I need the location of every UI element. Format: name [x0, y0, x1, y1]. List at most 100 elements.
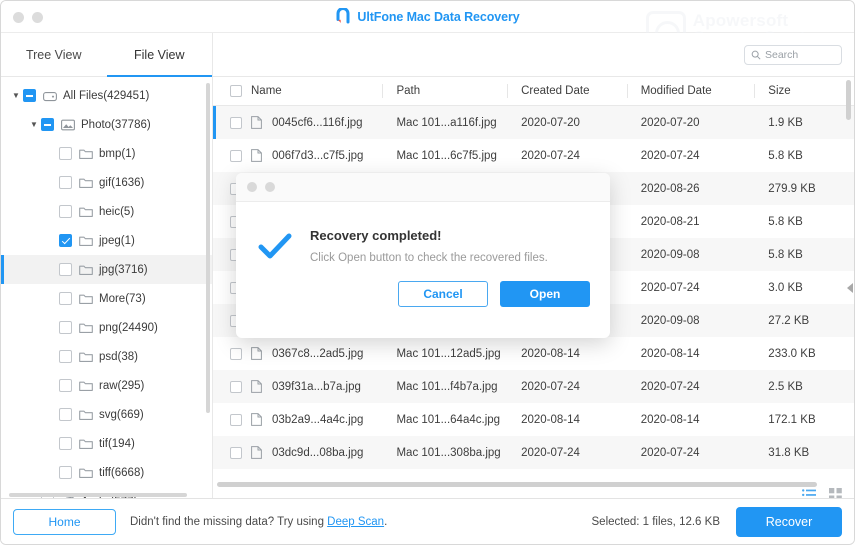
folder-icon [79, 438, 96, 450]
tree-item-label: More(73) [99, 293, 146, 305]
cell-created-date: 2020-08-14 [507, 414, 627, 426]
dialog-minimize-button[interactable] [265, 182, 275, 192]
select-all-checkbox[interactable] [230, 85, 242, 97]
column-header-path[interactable]: Path [382, 77, 507, 105]
dialog-close-button[interactable] [247, 182, 257, 192]
file-icon [251, 446, 271, 459]
column-header-modified-date-label: Modified Date [641, 85, 712, 97]
tree-item-checkbox[interactable] [59, 292, 72, 305]
cell-modified-date: 2020-09-08 [627, 249, 755, 261]
sidebar-vertical-scrollbar[interactable] [206, 83, 210, 413]
tab-tree-view[interactable]: Tree View [1, 33, 107, 76]
tree-item-checkbox[interactable] [59, 466, 72, 479]
open-button[interactable]: Open [500, 281, 590, 307]
tree-item[interactable]: ▼svg(669) [1, 400, 212, 429]
tree-item-checkbox[interactable] [59, 205, 72, 218]
row-checkbox[interactable] [230, 117, 242, 129]
tree-item[interactable]: ▼png(24490) [1, 313, 212, 342]
minimize-button[interactable] [32, 12, 43, 23]
tree-item-checkbox[interactable] [59, 350, 72, 363]
close-button[interactable] [13, 12, 24, 23]
recover-button[interactable]: Recover [736, 507, 842, 537]
folder-icon [79, 409, 96, 421]
table-row[interactable]: 03dc9d...08ba.jpgMac 101...308ba.jpg2020… [213, 436, 854, 469]
tree-item[interactable]: ▼psd(38) [1, 342, 212, 371]
title-bar: UltFone Mac Data Recovery [1, 1, 854, 33]
table-row[interactable]: 006f7d3...c7f5.jpgMac 101...6c7f5.jpg202… [213, 139, 854, 172]
tree-item[interactable]: ▼tif(194) [1, 429, 212, 458]
tree-item-checkbox[interactable] [59, 176, 72, 189]
search-input[interactable] [765, 49, 835, 61]
tree-item[interactable]: ▼gif(1636) [1, 168, 212, 197]
tree-item-checkbox[interactable] [23, 89, 36, 102]
table-row[interactable]: 03b2a9...4a4c.jpgMac 101...64a4c.jpg2020… [213, 403, 854, 436]
row-checkbox[interactable] [230, 150, 242, 162]
cell-path: Mac 101...308ba.jpg [382, 447, 507, 459]
cancel-button[interactable]: Cancel [398, 281, 488, 307]
sidebar-horizontal-scrollbar[interactable] [9, 493, 187, 497]
column-header-created-date[interactable]: Created Date [507, 77, 627, 105]
table-horizontal-scrollbar[interactable] [217, 482, 817, 487]
chevron-down-icon[interactable]: ▼ [9, 91, 23, 100]
cell-size: 2.5 KB [754, 381, 854, 393]
table-row[interactable]: 0367c8...2ad5.jpgMac 101...12ad5.jpg2020… [213, 337, 854, 370]
tree-item[interactable]: ▼More(73) [1, 284, 212, 313]
panel-collapse-arrow-icon[interactable] [847, 283, 853, 293]
folder-icon [79, 206, 96, 218]
table-row[interactable]: 039f31a...b7a.jpgMac 101...f4b7a.jpg2020… [213, 370, 854, 403]
cell-name: 0367c8...2ad5.jpg [213, 347, 382, 360]
cell-size: 27.2 KB [754, 315, 854, 327]
tree-item-checkbox[interactable] [59, 263, 72, 276]
tree-item-checkbox[interactable] [59, 408, 72, 421]
column-header-size-label: Size [768, 85, 790, 97]
tree-item-checkbox[interactable] [59, 147, 72, 160]
row-checkbox[interactable] [230, 447, 242, 459]
tree-item[interactable]: ▼jpg(3716) [1, 255, 212, 284]
deep-scan-hint: Didn't find the missing data? Try using … [130, 516, 387, 528]
tree-item[interactable]: ▼heic(5) [1, 197, 212, 226]
cell-created-date: 2020-07-24 [507, 447, 627, 459]
cell-modified-date: 2020-07-24 [627, 282, 755, 294]
search-box[interactable] [744, 45, 842, 65]
table-row[interactable]: 0045cf6...116f.jpgMac 101...a116f.jpg202… [213, 106, 854, 139]
tree-item-checkbox[interactable] [59, 437, 72, 450]
tree-item-label: gif(1636) [99, 177, 144, 189]
tree-item[interactable]: ▼raw(295) [1, 371, 212, 400]
tree-item-checkbox[interactable] [59, 321, 72, 334]
file-icon [251, 380, 271, 393]
cell-created-date: 2020-07-24 [507, 381, 627, 393]
tree-item[interactable]: ▼tiff(6668) [1, 458, 212, 487]
tree-item-checkbox[interactable] [41, 118, 54, 131]
tab-tree-view-label: Tree View [26, 48, 82, 62]
tree-item[interactable]: ▼Photo(37786) [1, 110, 212, 139]
tree-item[interactable]: ▼bmp(1) [1, 139, 212, 168]
row-checkbox[interactable] [230, 414, 242, 426]
tab-file-view[interactable]: File View [107, 33, 213, 76]
tree-item-label: heic(5) [99, 206, 134, 218]
application-window: UltFone Mac Data Recovery Apowersoft Scr… [0, 0, 855, 545]
row-checkbox[interactable] [230, 348, 242, 360]
cell-path: Mac 101...64a4c.jpg [382, 414, 507, 426]
dialog-text: Recovery completed! Click Open button to… [310, 228, 548, 264]
tree-item-checkbox[interactable] [59, 379, 72, 392]
column-header-name[interactable]: Name [213, 77, 382, 105]
cell-size: 1.9 KB [754, 117, 854, 129]
tree-item[interactable]: ▼All Files(429451) [1, 81, 212, 110]
cell-size: 233.0 KB [754, 348, 854, 360]
chevron-down-icon[interactable]: ▼ [27, 120, 41, 129]
folder-icon [79, 467, 96, 479]
cell-modified-date: 2020-08-21 [627, 216, 755, 228]
photo-icon [61, 119, 78, 131]
tree-item-label: svg(669) [99, 409, 144, 421]
table-vertical-scrollbar[interactable] [846, 80, 851, 120]
dialog-title-bar [236, 173, 610, 202]
cell-path: Mac 101...12ad5.jpg [382, 348, 507, 360]
column-header-size[interactable]: Size [754, 77, 854, 105]
column-header-created-date-label: Created Date [521, 85, 589, 97]
tree-item[interactable]: ▼jpeg(1) [1, 226, 212, 255]
deep-scan-link[interactable]: Deep Scan [327, 516, 384, 528]
home-button[interactable]: Home [13, 509, 116, 535]
row-checkbox[interactable] [230, 381, 242, 393]
tree-item-checkbox[interactable] [59, 234, 72, 247]
column-header-modified-date[interactable]: Modified Date [627, 77, 755, 105]
